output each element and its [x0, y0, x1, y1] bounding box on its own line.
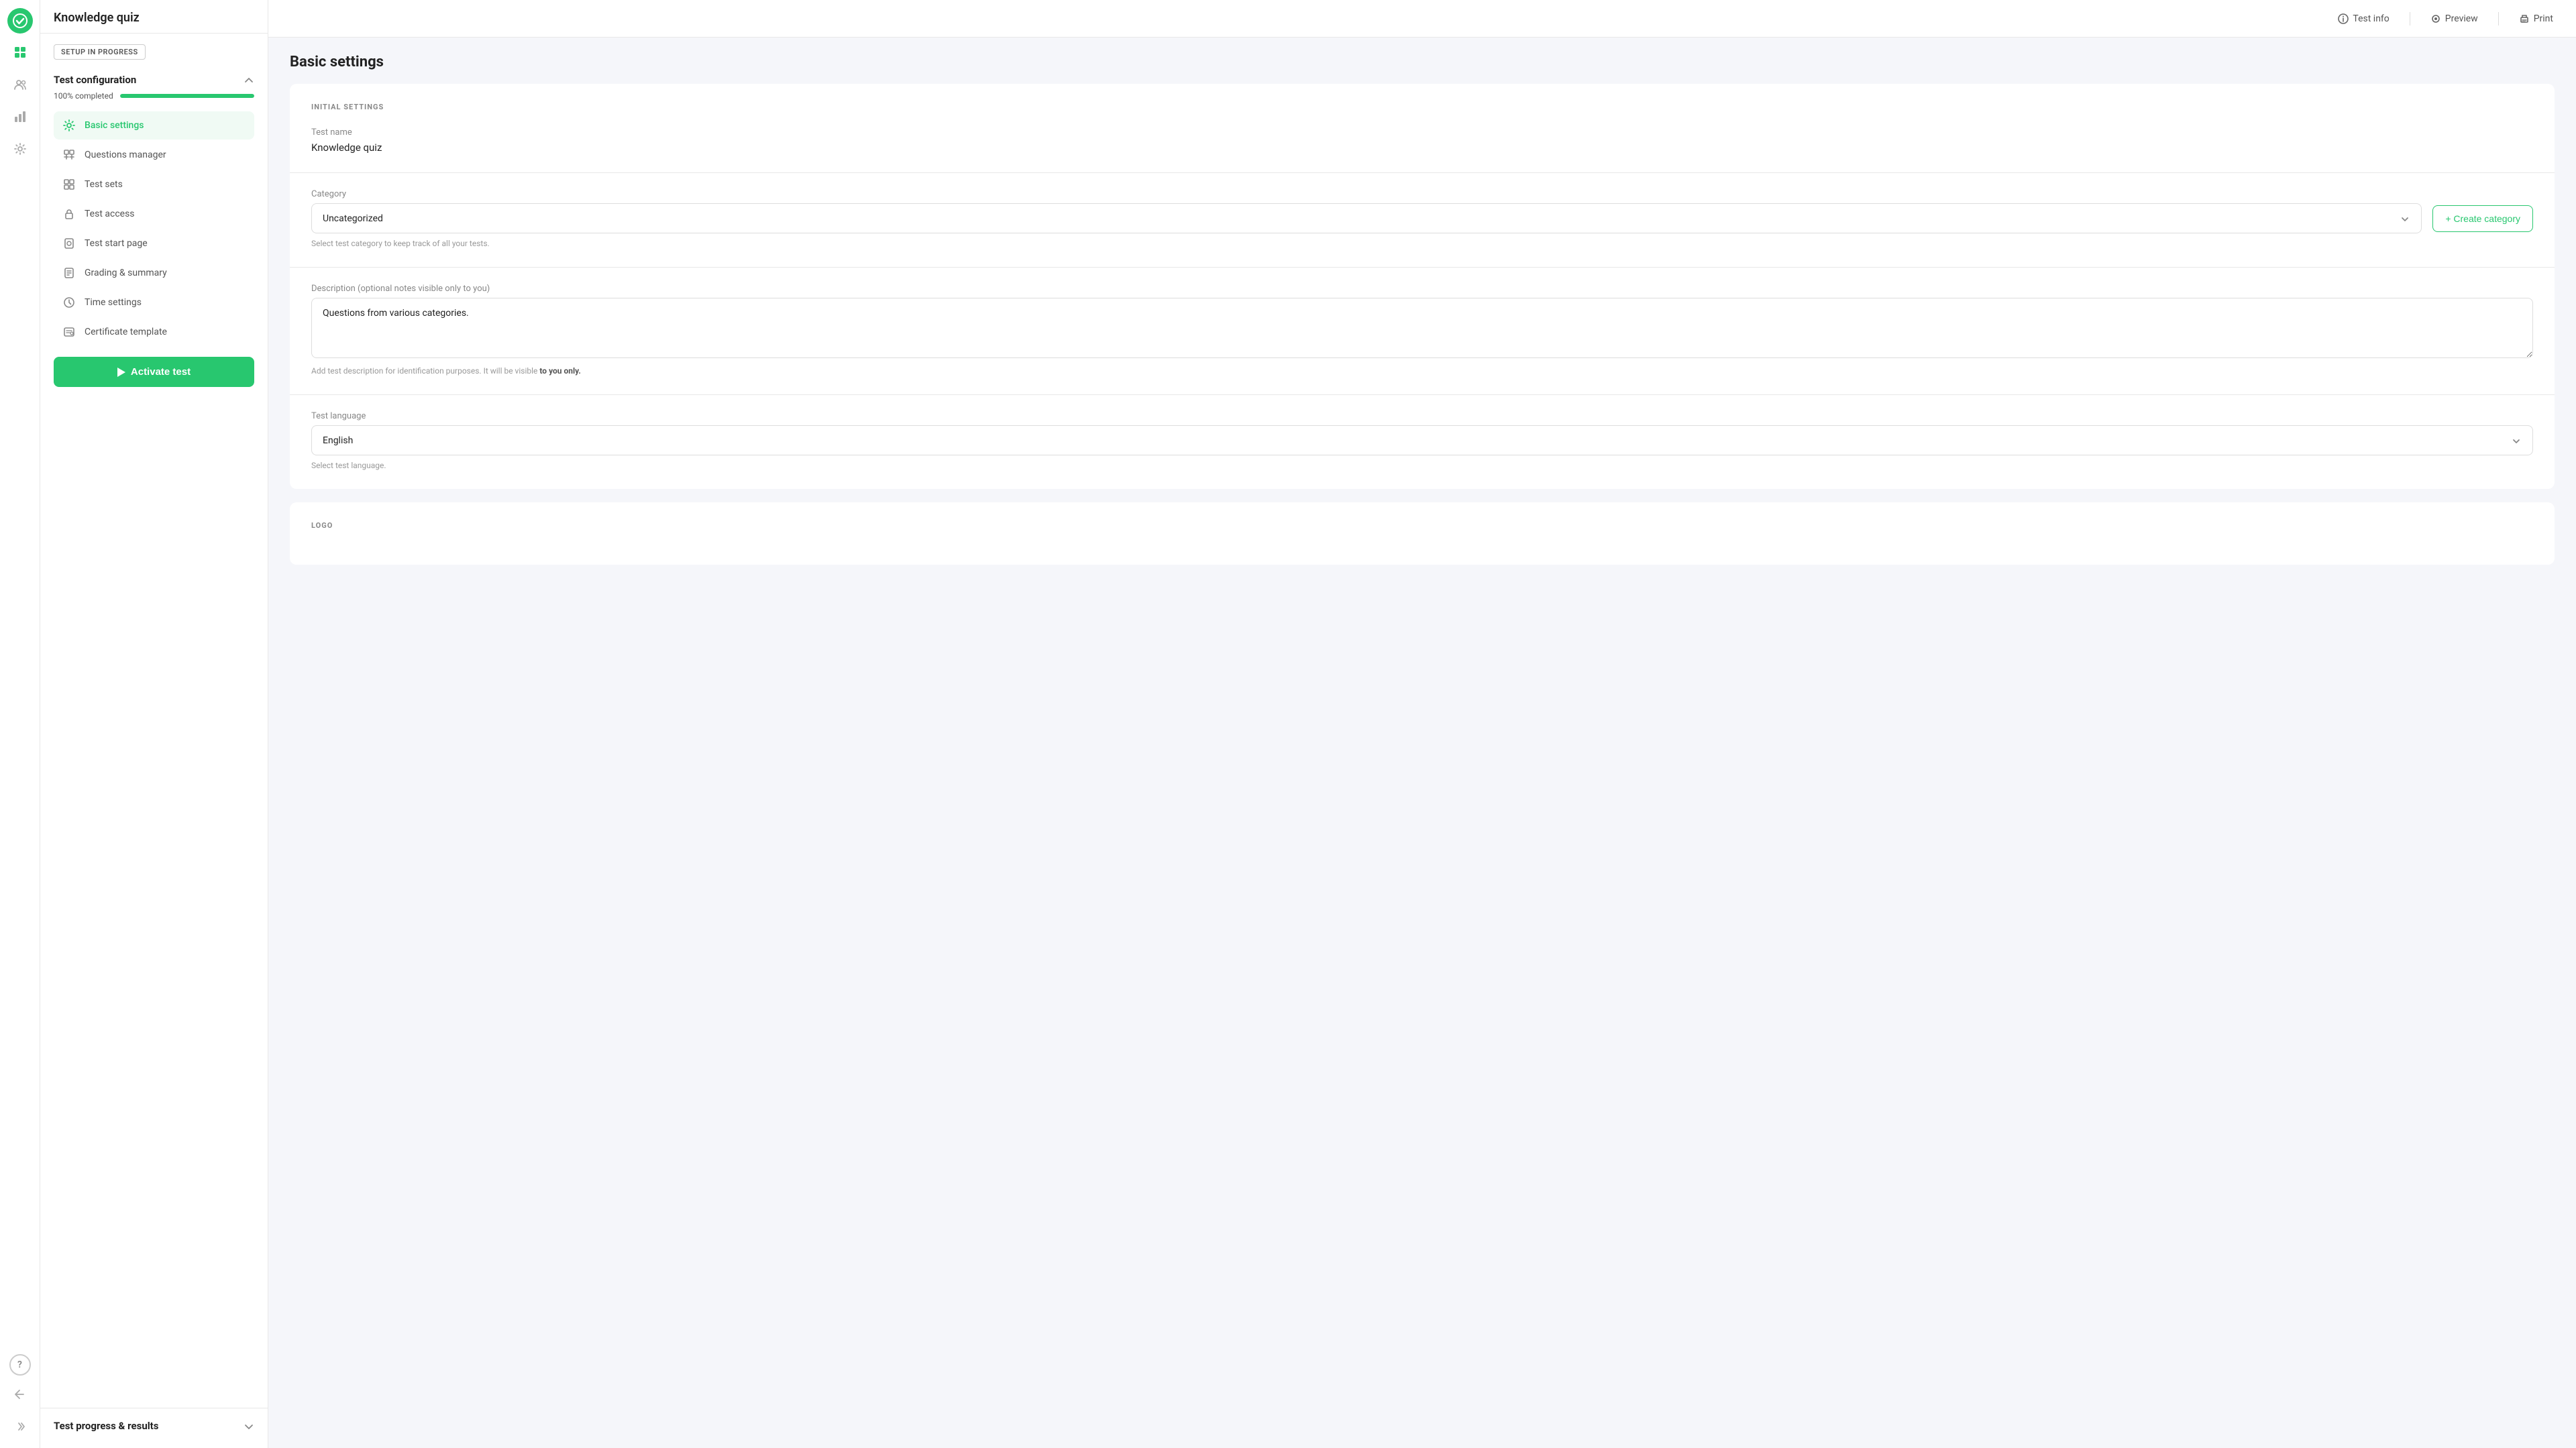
print-label: Print — [2534, 13, 2553, 24]
category-helper: Select test category to keep track of al… — [311, 239, 2533, 248]
expand-icon[interactable] — [7, 1413, 34, 1440]
test-name-group: Test name Knowledge quiz — [311, 127, 2533, 154]
grading-summary-icon — [62, 266, 76, 280]
test-info-button[interactable]: Test info — [2331, 9, 2396, 28]
sidebar-item-test-access[interactable]: Test access — [54, 200, 254, 228]
divider-2 — [2498, 12, 2499, 25]
description-helper-prefix: Add test description for identification … — [311, 366, 539, 376]
icon-rail: ? — [0, 0, 40, 1448]
grid-nav-icon[interactable] — [7, 39, 34, 66]
test-name-value: Knowledge quiz — [311, 142, 2533, 154]
setup-badge: SETUP IN PROGRESS — [54, 44, 146, 60]
content-title: Basic settings — [290, 54, 2555, 70]
test-start-page-icon — [62, 236, 76, 251]
print-icon — [2519, 13, 2530, 24]
sidebar: Knowledge quiz SETUP IN PROGRESS Test co… — [40, 0, 268, 1448]
content-area: Basic settings INITIAL SETTINGS Test nam… — [268, 38, 2576, 1448]
category-value: Uncategorized — [323, 213, 383, 224]
page-title: Knowledge quiz — [54, 11, 254, 25]
test-access-icon — [62, 207, 76, 221]
category-select-row: Uncategorized + Create category — [311, 203, 2533, 233]
sidebar-item-questions-manager[interactable]: Questions manager — [54, 141, 254, 169]
certificate-template-icon — [62, 325, 76, 339]
basic-settings-icon — [62, 118, 76, 133]
test-start-page-label: Test start page — [85, 238, 148, 249]
sidebar-item-time-settings[interactable]: Time settings — [54, 288, 254, 317]
create-category-button[interactable]: + Create category — [2432, 205, 2533, 232]
preview-icon — [2430, 13, 2441, 24]
basic-settings-label: Basic settings — [85, 120, 144, 131]
logo-section: LOGO — [290, 502, 2555, 565]
category-label: Category — [311, 189, 2533, 199]
test-access-label: Test access — [85, 209, 135, 219]
language-value: English — [323, 435, 353, 446]
grading-summary-label: Grading & summary — [85, 268, 167, 278]
certificate-template-label: Certificate template — [85, 327, 167, 337]
back-icon[interactable] — [7, 1381, 34, 1408]
test-config-section-header[interactable]: Test configuration — [54, 73, 254, 86]
sidebar-header: Knowledge quiz — [40, 0, 268, 34]
description-group: Description (optional notes visible only… — [311, 284, 2533, 376]
time-settings-label: Time settings — [85, 297, 142, 308]
time-settings-icon — [62, 295, 76, 310]
language-label: Test language — [311, 411, 2533, 421]
logo-label: LOGO — [311, 521, 2533, 530]
questions-manager-icon — [62, 148, 76, 162]
category-chevron-icon — [2400, 212, 2410, 225]
test-sets-label: Test sets — [85, 179, 123, 190]
chevron-up-icon — [244, 73, 254, 86]
top-bar: Test info Preview Print — [268, 0, 2576, 38]
sidebar-section2: Test progress & results — [40, 1408, 268, 1448]
progress-bar-fill — [120, 94, 254, 98]
progress-row: 100% completed — [54, 91, 254, 101]
progress-bar-background — [120, 94, 254, 98]
info-icon — [2338, 13, 2349, 24]
language-group: Test language English Select test langua… — [311, 411, 2533, 470]
progress-label: 100% completed — [54, 91, 113, 101]
test-info-label: Test info — [2353, 13, 2389, 24]
questions-manager-label: Questions manager — [85, 150, 166, 160]
initial-settings-label: INITIAL SETTINGS — [311, 103, 2533, 111]
description-helper: Add test description for identification … — [311, 366, 2533, 376]
test-progress-section-header[interactable]: Test progress & results — [54, 1419, 254, 1432]
gear-nav-icon[interactable] — [7, 135, 34, 162]
sidebar-item-grading-summary[interactable]: Grading & summary — [54, 259, 254, 287]
language-select[interactable]: English — [311, 425, 2533, 455]
activate-test-label: Activate test — [131, 366, 191, 378]
initial-settings-card: INITIAL SETTINGS Test name Knowledge qui… — [290, 84, 2555, 489]
test-config-title: Test configuration — [54, 74, 136, 86]
logo-icon[interactable] — [7, 8, 33, 34]
main-content: Test info Preview Print — [268, 0, 2576, 1448]
sidebar-item-test-sets[interactable]: Test sets — [54, 170, 254, 199]
preview-label: Preview — [2445, 13, 2478, 24]
test-sets-icon — [62, 177, 76, 192]
chart-nav-icon[interactable] — [7, 103, 34, 130]
test-name-label: Test name — [311, 127, 2533, 137]
sidebar-item-basic-settings[interactable]: Basic settings — [54, 111, 254, 140]
sidebar-item-certificate-template[interactable]: Certificate template — [54, 318, 254, 346]
activate-test-button[interactable]: Activate test — [54, 357, 254, 387]
top-bar-actions: Test info Preview Print — [2331, 9, 2560, 28]
divider-category — [290, 267, 2555, 268]
divider-test-name — [290, 172, 2555, 173]
language-helper: Select test language. — [311, 461, 2533, 470]
divider-description — [290, 394, 2555, 395]
language-chevron-icon — [2511, 434, 2522, 447]
preview-button[interactable]: Preview — [2424, 9, 2485, 28]
print-button[interactable]: Print — [2512, 9, 2560, 28]
description-textarea[interactable]: Questions from various categories. — [311, 298, 2533, 358]
description-label: Description (optional notes visible only… — [311, 284, 2533, 294]
category-group: Category Uncategorized + Create category — [311, 189, 2533, 248]
sidebar-item-test-start-page[interactable]: Test start page — [54, 229, 254, 258]
help-icon[interactable]: ? — [9, 1354, 31, 1376]
category-select[interactable]: Uncategorized — [311, 203, 2422, 233]
chevron-down-icon — [244, 1419, 254, 1432]
play-icon — [117, 368, 125, 377]
users-nav-icon[interactable] — [7, 71, 34, 98]
create-category-label: + Create category — [2445, 213, 2520, 224]
description-helper-bold: to you only. — [539, 366, 580, 376]
test-progress-title: Test progress & results — [54, 1420, 158, 1432]
sidebar-content: SETUP IN PROGRESS Test configuration 100… — [40, 34, 268, 1408]
